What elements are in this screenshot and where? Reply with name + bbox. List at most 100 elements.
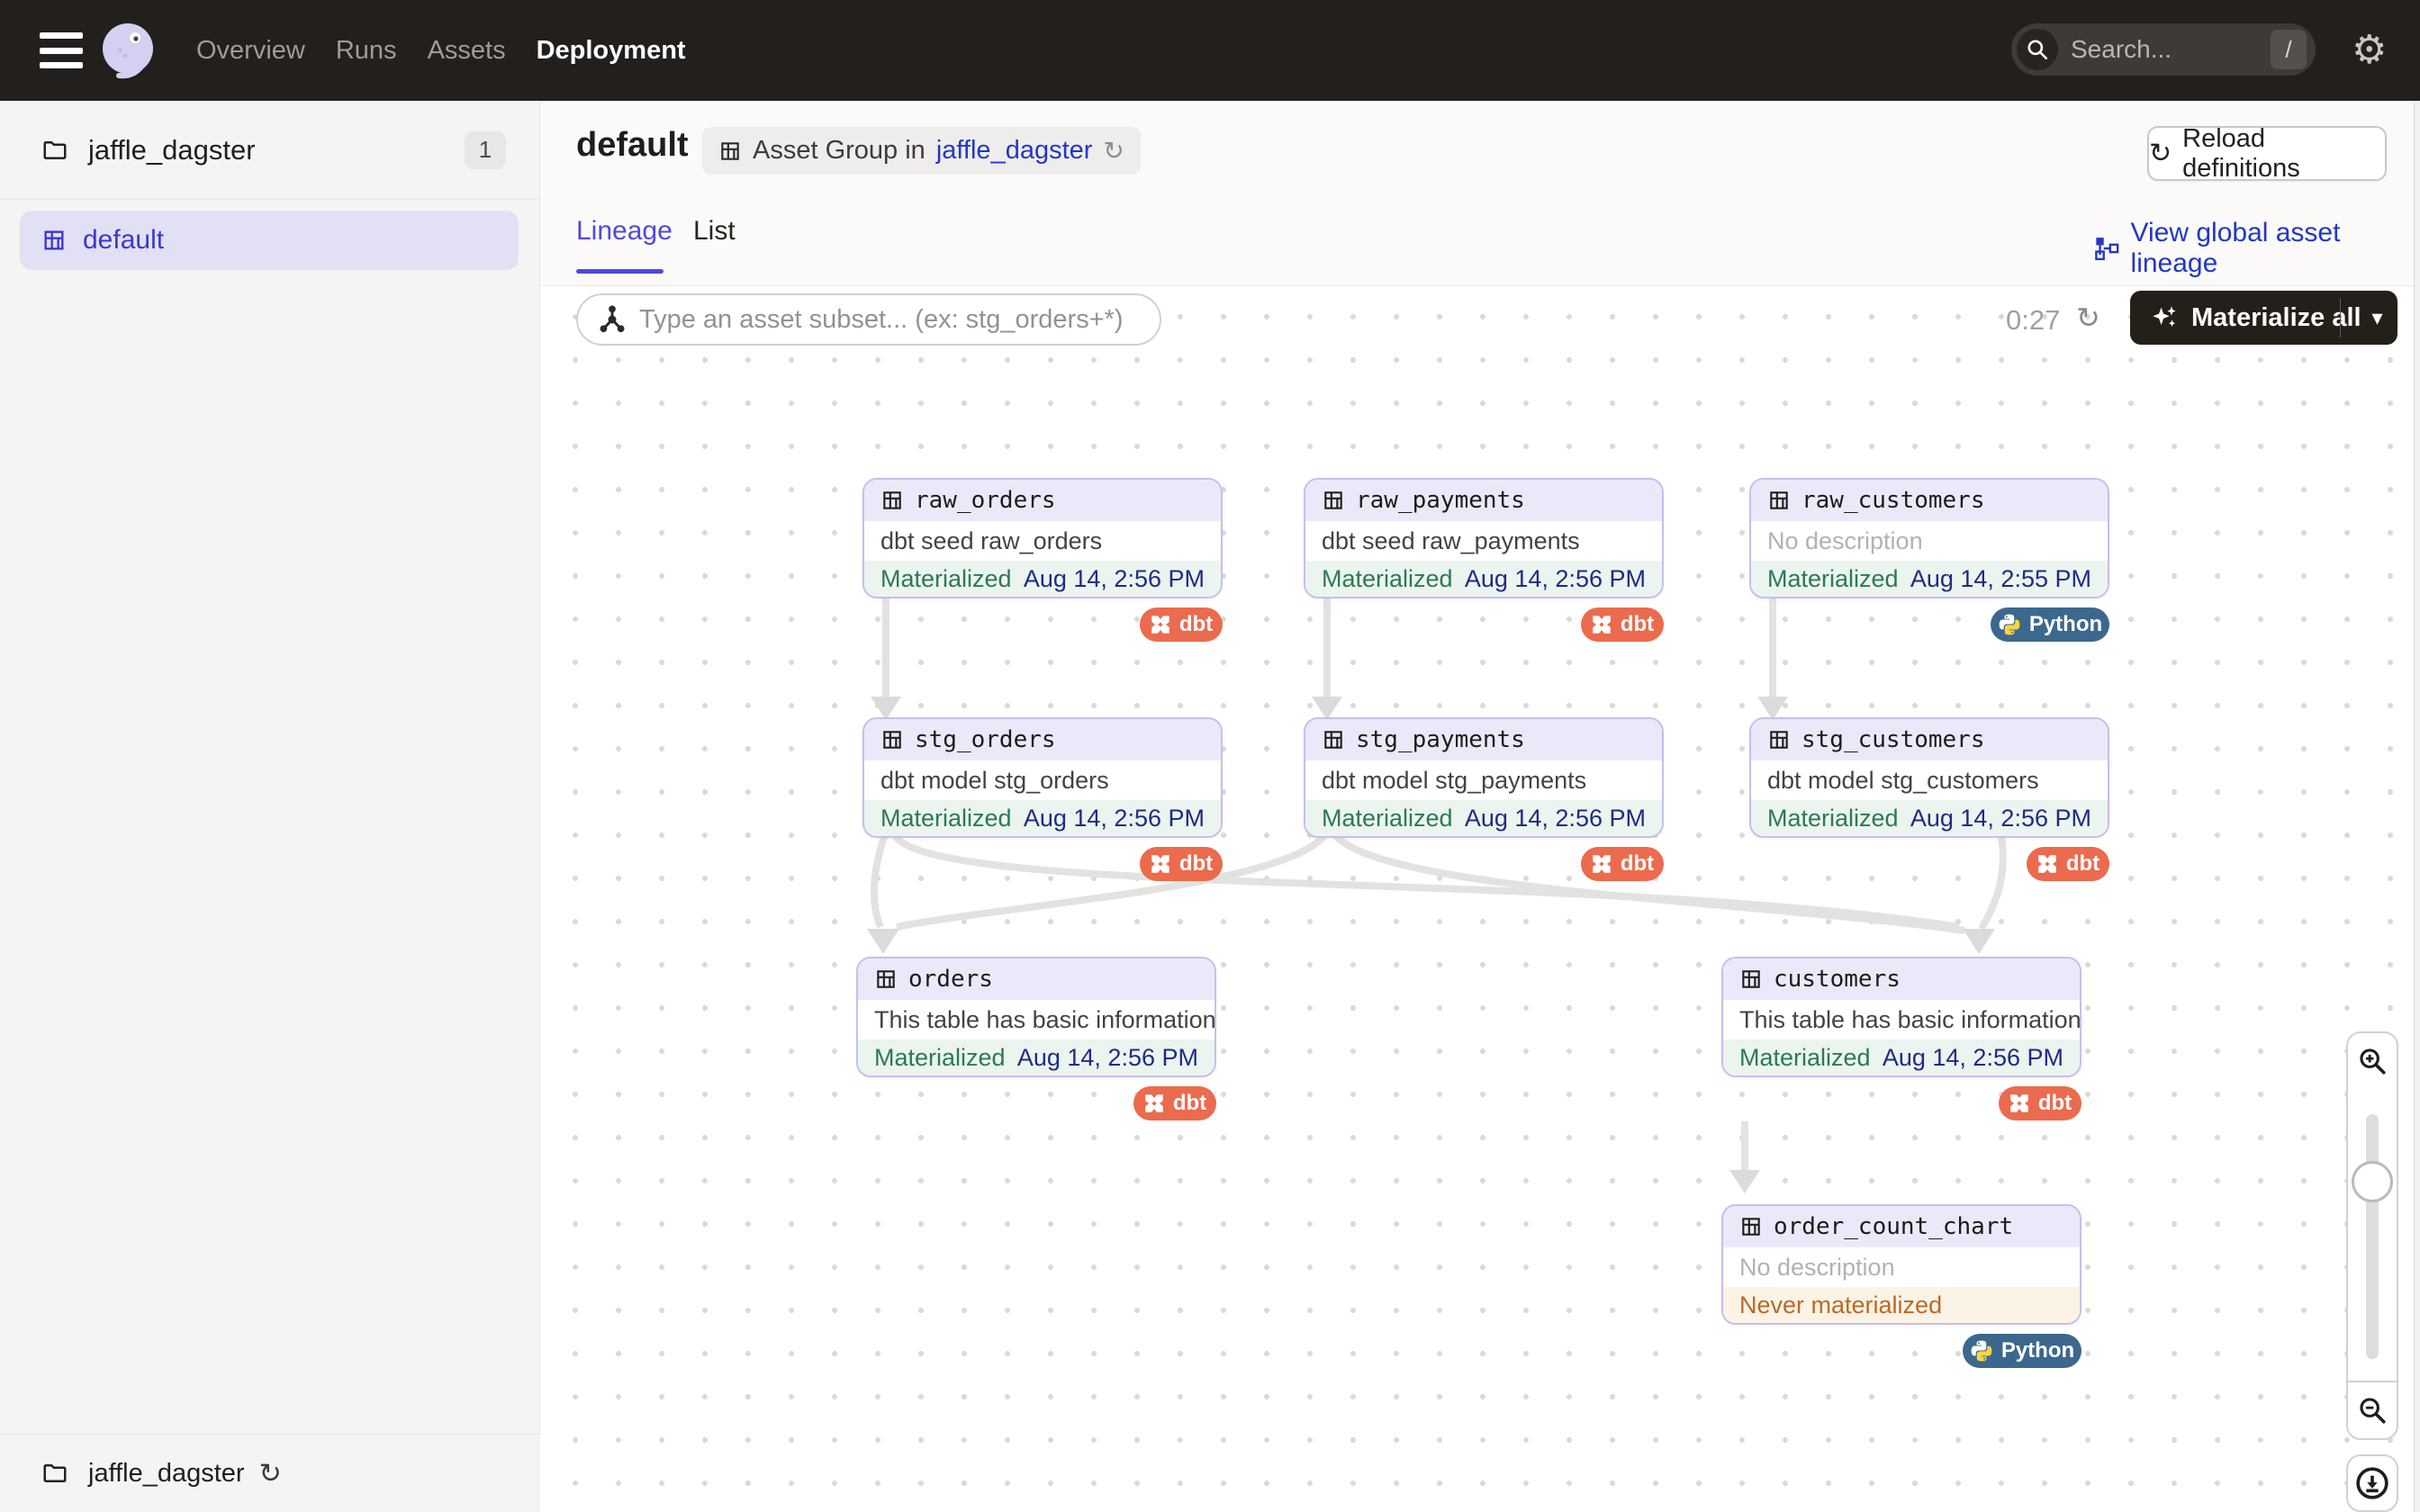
search-icon: [2017, 29, 2058, 70]
asset-timestamp: Aug 14, 2:56 PM: [1910, 805, 2091, 832]
asset-node-order_count_chart[interactable]: order_count_chart No description Never m…: [1721, 1204, 2081, 1325]
sidebar-repo-name: jaffle_dagster: [88, 134, 256, 166]
asset-timestamp: Aug 14, 2:56 PM: [1017, 1044, 1198, 1072]
global-lineage-label: View global asset lineage: [2131, 218, 2420, 279]
search-shortcut-badge: /: [2271, 30, 2307, 69]
asset-name: stg_customers: [1801, 726, 1985, 753]
tab-list[interactable]: List: [693, 216, 736, 247]
asset-node-stg_orders[interactable]: stg_orders dbt model stg_orders Material…: [862, 717, 1223, 838]
asset-timestamp: Aug 14, 2:56 PM: [1024, 565, 1205, 593]
asset-timestamp: Aug 14, 2:56 PM: [1024, 805, 1205, 832]
kind-label: dbt: [1621, 851, 1654, 877]
asset-status: Materialized: [880, 565, 1012, 593]
refresh-icon[interactable]: ↻: [259, 1458, 282, 1490]
asset-node-raw_orders[interactable]: raw_orders dbt seed raw_orders Materiali…: [862, 478, 1223, 598]
asset-description: dbt model stg_orders: [864, 760, 1221, 800]
table-icon: [1767, 489, 1791, 512]
hamburger-menu-icon[interactable]: [40, 32, 83, 68]
scrollbar-gutter[interactable]: [2414, 101, 2420, 1512]
nav-item-deployment[interactable]: Deployment: [537, 36, 686, 66]
top-nav: Overview Runs Assets Deployment Search..…: [0, 0, 2420, 101]
kind-badge-dbt: dbt: [1581, 608, 1664, 642]
asset-status: Materialized: [1767, 565, 1899, 593]
asset-group-icon: [718, 140, 742, 163]
zoom-out-button[interactable]: [2346, 1381, 2398, 1440]
kind-badge-dbt: dbt: [1140, 847, 1223, 881]
view-global-asset-lineage-link[interactable]: View global asset lineage: [2094, 218, 2420, 279]
asset-name: raw_orders: [915, 487, 1056, 514]
asset-subset-input[interactable]: Type an asset subset... (ex: stg_orders+…: [576, 293, 1161, 346]
sidebar-item-default[interactable]: default: [20, 211, 519, 270]
materialize-all-button[interactable]: Materialize all ▾: [2130, 291, 2397, 345]
sparkle-icon: [2150, 303, 2179, 332]
asset-status: Materialized: [1322, 805, 1453, 832]
asset-node-customers[interactable]: customers This table has basic informati…: [1721, 957, 2081, 1077]
asset-node-raw_payments[interactable]: raw_payments dbt seed raw_payments Mater…: [1304, 478, 1664, 598]
zoom-slider-track[interactable]: [2366, 1114, 2379, 1359]
zoom-slider-handle[interactable]: [2352, 1161, 2393, 1202]
asset-description: dbt seed raw_payments: [1305, 521, 1662, 561]
kind-badge-dbt: dbt: [1581, 847, 1664, 881]
asset-group-icon: [41, 228, 67, 253]
asset-node-raw_customers[interactable]: raw_customers No description Materialize…: [1749, 478, 2109, 598]
asset-node-stg_customers[interactable]: stg_customers dbt model stg_customers Ma…: [1749, 717, 2109, 838]
asset-group-tag: Asset Group in jaffle_dagster ↻: [702, 127, 1141, 175]
asset-timestamp: Aug 14, 2:55 PM: [1910, 565, 2091, 593]
subset-placeholder: Type an asset subset... (ex: stg_orders+…: [639, 305, 1124, 335]
button-divider: [2340, 298, 2341, 338]
asset-node-stg_payments[interactable]: stg_payments dbt model stg_payments Mate…: [1304, 717, 1664, 838]
asset-name: order_count_chart: [1774, 1213, 2013, 1240]
lineage-graph-canvas[interactable]: [541, 286, 2414, 1512]
tab-lineage[interactable]: Lineage: [576, 216, 673, 247]
table-icon: [1739, 1215, 1763, 1238]
dbt-icon: [1143, 1093, 1165, 1114]
asset-name: stg_orders: [915, 726, 1056, 753]
table-icon: [880, 489, 904, 512]
dbt-icon: [1150, 853, 1171, 875]
asset-node-orders[interactable]: orders This table has basic information …: [856, 957, 1216, 1077]
folder-icon: [41, 137, 68, 164]
python-icon: [1998, 613, 2021, 636]
refresh-icon[interactable]: ↻: [1103, 136, 1124, 166]
refresh-countdown: 0:27: [2006, 304, 2060, 337]
repo-link[interactable]: jaffle_dagster: [936, 136, 1093, 166]
download-icon: [2354, 1465, 2390, 1501]
nav-item-overview[interactable]: Overview: [196, 36, 305, 66]
download-image-button[interactable]: [2346, 1454, 2398, 1512]
python-icon: [1970, 1339, 1993, 1363]
chevron-down-icon[interactable]: ▾: [2357, 305, 2397, 331]
asset-name: raw_customers: [1801, 487, 1985, 514]
dbt-icon: [2009, 1093, 2030, 1114]
repo-count-badge: 1: [465, 131, 506, 169]
table-icon: [880, 728, 904, 752]
table-icon: [1767, 728, 1791, 752]
kind-badge-dbt: dbt: [2027, 847, 2109, 881]
table-icon: [1322, 489, 1345, 512]
asset-status: Materialized: [880, 805, 1012, 832]
search-input[interactable]: Search... /: [2011, 23, 2316, 76]
zoom-in-icon: [2357, 1046, 2388, 1076]
nav-item-assets[interactable]: Assets: [428, 36, 506, 66]
dbt-icon: [1591, 614, 1612, 635]
asset-description: dbt model stg_payments: [1305, 760, 1662, 800]
nav-item-runs[interactable]: Runs: [336, 36, 397, 66]
dbt-icon: [2036, 853, 2058, 875]
reload-definitions-button[interactable]: ↻ Reload definitions: [2147, 126, 2387, 181]
refresh-icon[interactable]: ↻: [2076, 301, 2100, 335]
asset-timestamp: Aug 14, 2:56 PM: [1465, 805, 1646, 832]
asset-status: Materialized: [1322, 565, 1453, 593]
kind-label: dbt: [1173, 1091, 1206, 1116]
kind-label: dbt: [2066, 851, 2099, 877]
kind-badge-python: Python: [1963, 1334, 2081, 1368]
asset-name: stg_payments: [1356, 726, 1525, 753]
dagster-logo[interactable]: [95, 18, 160, 83]
gear-icon[interactable]: ⚙: [2352, 27, 2387, 74]
asset-name: customers: [1774, 966, 1901, 993]
sidebar-repo-row[interactable]: jaffle_dagster 1: [0, 101, 540, 200]
kind-badge-python: Python: [1991, 608, 2109, 642]
active-tab-underline: [576, 269, 664, 274]
zoom-in-button[interactable]: [2346, 1031, 2398, 1091]
asset-status: Never materialized: [1739, 1292, 1942, 1319]
footer-repo-name: jaffle_dagster: [88, 1459, 245, 1489]
asset-subset-icon: [598, 305, 627, 334]
